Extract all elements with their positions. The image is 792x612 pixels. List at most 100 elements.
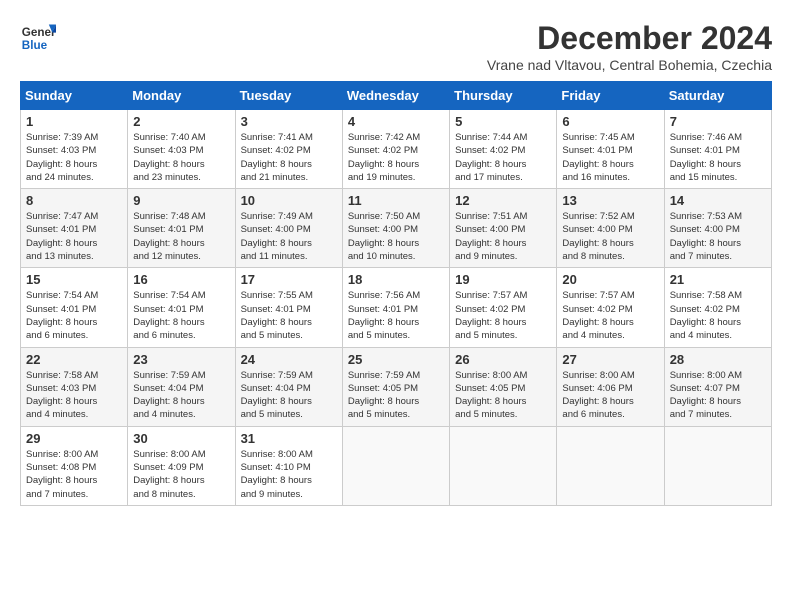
calendar-cell: 29Sunrise: 8:00 AMSunset: 4:08 PMDayligh… xyxy=(21,426,128,505)
day-info: Sunrise: 7:44 AMSunset: 4:02 PMDaylight:… xyxy=(455,131,551,184)
day-info: Sunrise: 7:59 AMSunset: 4:04 PMDaylight:… xyxy=(133,369,229,422)
day-info: Sunrise: 7:49 AMSunset: 4:00 PMDaylight:… xyxy=(241,210,337,263)
title-block: December 2024 Vrane nad Vltavou, Central… xyxy=(487,20,772,73)
day-number: 9 xyxy=(133,193,229,208)
day-number: 20 xyxy=(562,272,658,287)
calendar-cell: 7 Sunrise: 7:46 AMSunset: 4:01 PMDaylight… xyxy=(664,110,771,189)
day-number: 14 xyxy=(670,193,766,208)
calendar-cell: 31Sunrise: 8:00 AMSunset: 4:10 PMDayligh… xyxy=(235,426,342,505)
day-number: 29 xyxy=(26,431,122,446)
day-number: 27 xyxy=(562,352,658,367)
day-info: Sunrise: 7:46 AMSunset: 4:01 PMDaylight:… xyxy=(670,131,766,184)
day-info: Sunrise: 7:55 AMSunset: 4:01 PMDaylight:… xyxy=(241,289,337,342)
location-subtitle: Vrane nad Vltavou, Central Bohemia, Czec… xyxy=(487,57,772,73)
day-info: Sunrise: 7:54 AMSunset: 4:01 PMDaylight:… xyxy=(133,289,229,342)
day-number: 17 xyxy=(241,272,337,287)
day-number: 30 xyxy=(133,431,229,446)
logo-icon: General Blue xyxy=(20,20,56,56)
day-number: 25 xyxy=(348,352,444,367)
day-number: 22 xyxy=(26,352,122,367)
day-of-week-header: Tuesday xyxy=(235,82,342,110)
day-number: 3 xyxy=(241,114,337,129)
day-info: Sunrise: 8:00 AMSunset: 4:07 PMDaylight:… xyxy=(670,369,766,422)
calendar-cell xyxy=(342,426,449,505)
day-info: Sunrise: 7:41 AMSunset: 4:02 PMDaylight:… xyxy=(241,131,337,184)
day-info: Sunrise: 8:00 AMSunset: 4:06 PMDaylight:… xyxy=(562,369,658,422)
day-number: 23 xyxy=(133,352,229,367)
day-info: Sunrise: 7:58 AMSunset: 4:03 PMDaylight:… xyxy=(26,369,122,422)
calendar-cell: 24Sunrise: 7:59 AMSunset: 4:04 PMDayligh… xyxy=(235,347,342,426)
day-info: Sunrise: 8:00 AMSunset: 4:05 PMDaylight:… xyxy=(455,369,551,422)
calendar-cell: 19Sunrise: 7:57 AMSunset: 4:02 PMDayligh… xyxy=(450,268,557,347)
calendar-cell: 8Sunrise: 7:47 AMSunset: 4:01 PMDaylight… xyxy=(21,189,128,268)
day-info: Sunrise: 7:54 AMSunset: 4:01 PMDaylight:… xyxy=(26,289,122,342)
day-info: Sunrise: 7:53 AMSunset: 4:00 PMDaylight:… xyxy=(670,210,766,263)
calendar-cell: 30 Sunrise: 8:00 AMSunset: 4:09 PMDayligh… xyxy=(128,426,235,505)
calendar-cell: 21 Sunrise: 7:58 AMSunset: 4:02 PMDayligh… xyxy=(664,268,771,347)
calendar-week-row: 1 Sunrise: 7:39 AMSunset: 4:03 PMDaylight… xyxy=(21,110,772,189)
calendar-cell: 25 Sunrise: 7:59 AMSunset: 4:05 PMDayligh… xyxy=(342,347,449,426)
day-number: 6 xyxy=(562,114,658,129)
calendar-cell: 5Sunrise: 7:44 AMSunset: 4:02 PMDaylight… xyxy=(450,110,557,189)
day-of-week-header: Thursday xyxy=(450,82,557,110)
calendar-cell: 16 Sunrise: 7:54 AMSunset: 4:01 PMDayligh… xyxy=(128,268,235,347)
calendar-cell: 17 Sunrise: 7:55 AMSunset: 4:01 PMDayligh… xyxy=(235,268,342,347)
day-number: 11 xyxy=(348,193,444,208)
calendar-cell xyxy=(450,426,557,505)
day-of-week-header: Friday xyxy=(557,82,664,110)
day-number: 2 xyxy=(133,114,229,129)
day-number: 10 xyxy=(241,193,337,208)
calendar-week-row: 22 Sunrise: 7:58 AMSunset: 4:03 PMDayligh… xyxy=(21,347,772,426)
day-number: 1 xyxy=(26,114,122,129)
day-info: Sunrise: 7:50 AMSunset: 4:00 PMDaylight:… xyxy=(348,210,444,263)
day-info: Sunrise: 7:57 AMSunset: 4:02 PMDaylight:… xyxy=(562,289,658,342)
day-number: 31 xyxy=(241,431,337,446)
calendar-week-row: 8Sunrise: 7:47 AMSunset: 4:01 PMDaylight… xyxy=(21,189,772,268)
calendar-table: SundayMondayTuesdayWednesdayThursdayFrid… xyxy=(20,81,772,506)
calendar-cell: 20 Sunrise: 7:57 AMSunset: 4:02 PMDayligh… xyxy=(557,268,664,347)
day-of-week-header: Monday xyxy=(128,82,235,110)
calendar-cell: 15Sunrise: 7:54 AMSunset: 4:01 PMDayligh… xyxy=(21,268,128,347)
month-title: December 2024 xyxy=(487,20,772,57)
day-number: 13 xyxy=(562,193,658,208)
day-info: Sunrise: 7:40 AMSunset: 4:03 PMDaylight:… xyxy=(133,131,229,184)
calendar-cell: 26Sunrise: 8:00 AMSunset: 4:05 PMDayligh… xyxy=(450,347,557,426)
logo: General Blue xyxy=(20,20,56,56)
day-info: Sunrise: 7:58 AMSunset: 4:02 PMDaylight:… xyxy=(670,289,766,342)
day-info: Sunrise: 7:45 AMSunset: 4:01 PMDaylight:… xyxy=(562,131,658,184)
day-number: 8 xyxy=(26,193,122,208)
day-info: Sunrise: 7:56 AMSunset: 4:01 PMDaylight:… xyxy=(348,289,444,342)
day-info: Sunrise: 7:39 AMSunset: 4:03 PMDaylight:… xyxy=(26,131,122,184)
calendar-cell: 6 Sunrise: 7:45 AMSunset: 4:01 PMDaylight… xyxy=(557,110,664,189)
day-number: 28 xyxy=(670,352,766,367)
day-number: 4 xyxy=(348,114,444,129)
calendar-cell: 13Sunrise: 7:52 AMSunset: 4:00 PMDayligh… xyxy=(557,189,664,268)
calendar-cell: 3 Sunrise: 7:41 AMSunset: 4:02 PMDaylight… xyxy=(235,110,342,189)
day-number: 16 xyxy=(133,272,229,287)
calendar-cell: 18 Sunrise: 7:56 AMSunset: 4:01 PMDayligh… xyxy=(342,268,449,347)
calendar-cell: 1 Sunrise: 7:39 AMSunset: 4:03 PMDaylight… xyxy=(21,110,128,189)
day-number: 18 xyxy=(348,272,444,287)
day-number: 21 xyxy=(670,272,766,287)
day-number: 7 xyxy=(670,114,766,129)
day-number: 12 xyxy=(455,193,551,208)
day-info: Sunrise: 8:00 AMSunset: 4:09 PMDaylight:… xyxy=(133,448,229,501)
day-info: Sunrise: 7:48 AMSunset: 4:01 PMDaylight:… xyxy=(133,210,229,263)
calendar-cell: 23 Sunrise: 7:59 AMSunset: 4:04 PMDayligh… xyxy=(128,347,235,426)
calendar-week-row: 15Sunrise: 7:54 AMSunset: 4:01 PMDayligh… xyxy=(21,268,772,347)
calendar-cell: 11 Sunrise: 7:50 AMSunset: 4:00 PMDayligh… xyxy=(342,189,449,268)
calendar-cell: 28 Sunrise: 8:00 AMSunset: 4:07 PMDayligh… xyxy=(664,347,771,426)
day-info: Sunrise: 7:59 AMSunset: 4:04 PMDaylight:… xyxy=(241,369,337,422)
day-info: Sunrise: 7:59 AMSunset: 4:05 PMDaylight:… xyxy=(348,369,444,422)
calendar-cell: 12Sunrise: 7:51 AMSunset: 4:00 PMDayligh… xyxy=(450,189,557,268)
calendar-cell xyxy=(557,426,664,505)
calendar-cell: 27 Sunrise: 8:00 AMSunset: 4:06 PMDayligh… xyxy=(557,347,664,426)
calendar-cell: 14 Sunrise: 7:53 AMSunset: 4:00 PMDayligh… xyxy=(664,189,771,268)
day-of-week-header: Sunday xyxy=(21,82,128,110)
day-of-week-header: Wednesday xyxy=(342,82,449,110)
day-of-week-header: Saturday xyxy=(664,82,771,110)
day-info: Sunrise: 7:42 AMSunset: 4:02 PMDaylight:… xyxy=(348,131,444,184)
day-info: Sunrise: 7:57 AMSunset: 4:02 PMDaylight:… xyxy=(455,289,551,342)
calendar-cell: 2 Sunrise: 7:40 AMSunset: 4:03 PMDaylight… xyxy=(128,110,235,189)
calendar-header-row: SundayMondayTuesdayWednesdayThursdayFrid… xyxy=(21,82,772,110)
